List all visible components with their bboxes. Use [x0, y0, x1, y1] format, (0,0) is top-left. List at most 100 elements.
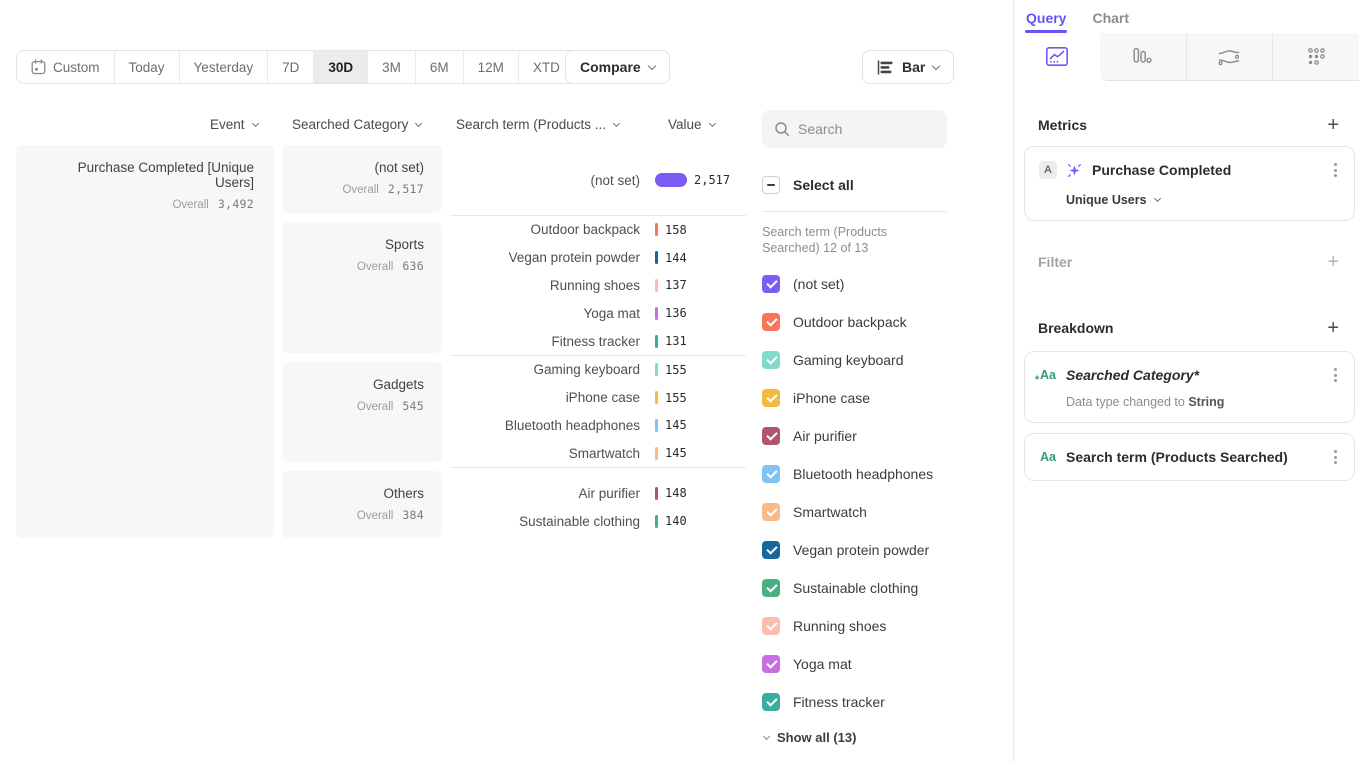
value-bar[interactable] — [655, 307, 658, 320]
value-bar[interactable] — [655, 487, 658, 500]
legend-checkbox-item[interactable]: (not set) — [762, 265, 947, 303]
legend-checkbox-item[interactable]: Running shoes — [762, 607, 947, 645]
legend-checkbox-item[interactable]: Vegan protein powder — [762, 531, 947, 569]
measure-dropdown[interactable]: Unique Users — [1066, 193, 1340, 207]
add-filter-button[interactable]: + — [1327, 253, 1339, 271]
report-tab-insights[interactable] — [1014, 33, 1100, 81]
category-card[interactable]: OthersOverall384 — [282, 471, 442, 538]
date-range-today[interactable]: Today — [115, 51, 180, 83]
kebab-menu-icon[interactable] — [1331, 447, 1340, 467]
metric-title: Purchase Completed — [1092, 162, 1322, 178]
date-range-7d[interactable]: 7D — [268, 51, 314, 83]
date-range-custom[interactable]: Custom — [17, 51, 115, 83]
date-range-control: CustomTodayYesterday7D30D3M6M12MXTD — [16, 50, 587, 84]
value-bar[interactable] — [655, 335, 658, 348]
legend-checkbox-item[interactable]: iPhone case — [762, 379, 947, 417]
checked-checkbox-icon[interactable] — [762, 465, 780, 483]
legend-checkbox-item[interactable]: Gaming keyboard — [762, 341, 947, 379]
table-row[interactable]: Smartwatch145 — [450, 439, 746, 467]
checked-checkbox-icon[interactable] — [762, 617, 780, 635]
row-group: Outdoor backpack158Vegan protein powder1… — [450, 216, 746, 356]
add-metric-button[interactable]: + — [1327, 116, 1339, 134]
value-text: 155 — [665, 363, 687, 377]
add-breakdown-button[interactable]: + — [1327, 319, 1339, 337]
date-range-3m[interactable]: 3M — [368, 51, 416, 83]
date-range-12m[interactable]: 12M — [464, 51, 519, 83]
chevron-down-icon — [932, 61, 940, 69]
table-row[interactable]: Outdoor backpack158 — [450, 216, 746, 244]
date-range-6m[interactable]: 6M — [416, 51, 464, 83]
checked-checkbox-icon[interactable] — [762, 693, 780, 711]
column-header-event[interactable]: Event — [210, 117, 258, 132]
search-icon — [774, 121, 790, 137]
checked-checkbox-icon[interactable] — [762, 655, 780, 673]
metric-card[interactable]: A Purchase Completed Unique Users — [1024, 146, 1355, 221]
legend-checkbox-item[interactable]: Sustainable clothing — [762, 569, 947, 607]
query-builder: Metrics + A Purchase Completed Unique Us… — [1014, 116, 1359, 481]
category-card[interactable]: GadgetsOverall545 — [282, 362, 442, 462]
compare-button[interactable]: Compare — [565, 50, 670, 84]
category-card[interactable]: SportsOverall636 — [282, 222, 442, 353]
select-all-checkbox[interactable]: Select all — [762, 176, 947, 194]
modified-star-icon: * — [1035, 374, 1039, 386]
legend-checkbox-item[interactable]: Yoga mat — [762, 645, 947, 683]
table-row[interactable]: Bluetooth headphones145 — [450, 412, 746, 440]
breakdown-card-search-term[interactable]: Aa Search term (Products Searched) — [1024, 433, 1355, 481]
legend-checkbox-item[interactable]: Outdoor backpack — [762, 303, 947, 341]
table-row[interactable]: Sustainable clothing140 — [450, 507, 746, 535]
report-tab-funnels[interactable] — [1100, 33, 1186, 81]
legend-checkbox-item[interactable]: Fitness tracker — [762, 683, 947, 721]
value-bar[interactable] — [655, 279, 658, 292]
category-card[interactable]: (not set)Overall2,517 — [282, 145, 442, 213]
table-row[interactable]: iPhone case155 — [450, 384, 746, 412]
checked-checkbox-icon[interactable] — [762, 579, 780, 597]
date-range-30d[interactable]: 30D — [314, 51, 368, 83]
checked-checkbox-icon[interactable] — [762, 351, 780, 369]
value-bar[interactable] — [655, 363, 658, 376]
legend-checkbox-item[interactable]: Smartwatch — [762, 493, 947, 531]
legend-checkbox-item[interactable]: Air purifier — [762, 417, 947, 455]
value-bar[interactable] — [655, 447, 658, 460]
column-header-searched-category[interactable]: Searched Category — [292, 117, 421, 132]
event-card[interactable]: Purchase Completed [Unique Users] Overal… — [16, 145, 274, 538]
show-all-button[interactable]: Show all (13) — [762, 730, 947, 745]
value-bar[interactable] — [655, 419, 658, 432]
table-row[interactable]: (not set)2,517 — [450, 166, 746, 194]
value-bar[interactable] — [655, 515, 658, 528]
report-tab-retention[interactable] — [1272, 33, 1359, 81]
table-row[interactable]: Yoga mat136 — [450, 299, 746, 327]
checked-checkbox-icon[interactable] — [762, 427, 780, 445]
string-property-icon: Aa — [1039, 450, 1057, 464]
checked-checkbox-icon[interactable] — [762, 275, 780, 293]
search-term-label: Gaming keyboard — [450, 362, 640, 377]
table-row[interactable]: Running shoes137 — [450, 272, 746, 300]
value-bar[interactable] — [655, 223, 658, 236]
kebab-menu-icon[interactable] — [1331, 365, 1340, 385]
chart-type-button[interactable]: Bar — [862, 50, 954, 84]
table-row[interactable]: Vegan protein powder144 — [450, 244, 746, 272]
legend-checkbox-item[interactable]: Bluetooth headphones — [762, 455, 947, 493]
indeterminate-checkbox-icon[interactable] — [762, 176, 780, 194]
column-header-value[interactable]: Value — [668, 117, 715, 132]
kebab-menu-icon[interactable] — [1331, 160, 1340, 180]
date-range-yesterday[interactable]: Yesterday — [180, 51, 269, 83]
checked-checkbox-icon[interactable] — [762, 503, 780, 521]
table-row[interactable]: Gaming keyboard 155 — [450, 356, 746, 384]
tab-chart[interactable]: Chart — [1092, 10, 1129, 26]
column-header-search-term[interactable]: Search term (Products ... — [456, 117, 619, 132]
value-text: 137 — [665, 278, 687, 292]
event-name: Purchase Completed [Unique Users] — [36, 160, 254, 190]
value-bar[interactable] — [655, 173, 687, 187]
value-bar[interactable] — [655, 251, 658, 264]
report-tab-flows[interactable] — [1186, 33, 1273, 81]
retention-icon — [1307, 47, 1326, 66]
checked-checkbox-icon[interactable] — [762, 389, 780, 407]
search-input[interactable] — [798, 110, 938, 148]
checked-checkbox-icon[interactable] — [762, 313, 780, 331]
value-bar[interactable] — [655, 391, 658, 404]
table-row[interactable]: Fitness tracker131 — [450, 327, 746, 355]
table-row[interactable]: Air purifier148 — [450, 479, 746, 507]
tab-query[interactable]: Query — [1026, 10, 1066, 26]
checked-checkbox-icon[interactable] — [762, 541, 780, 559]
breakdown-card-searched-category[interactable]: Aa* Searched Category* Data type changed… — [1024, 351, 1355, 423]
